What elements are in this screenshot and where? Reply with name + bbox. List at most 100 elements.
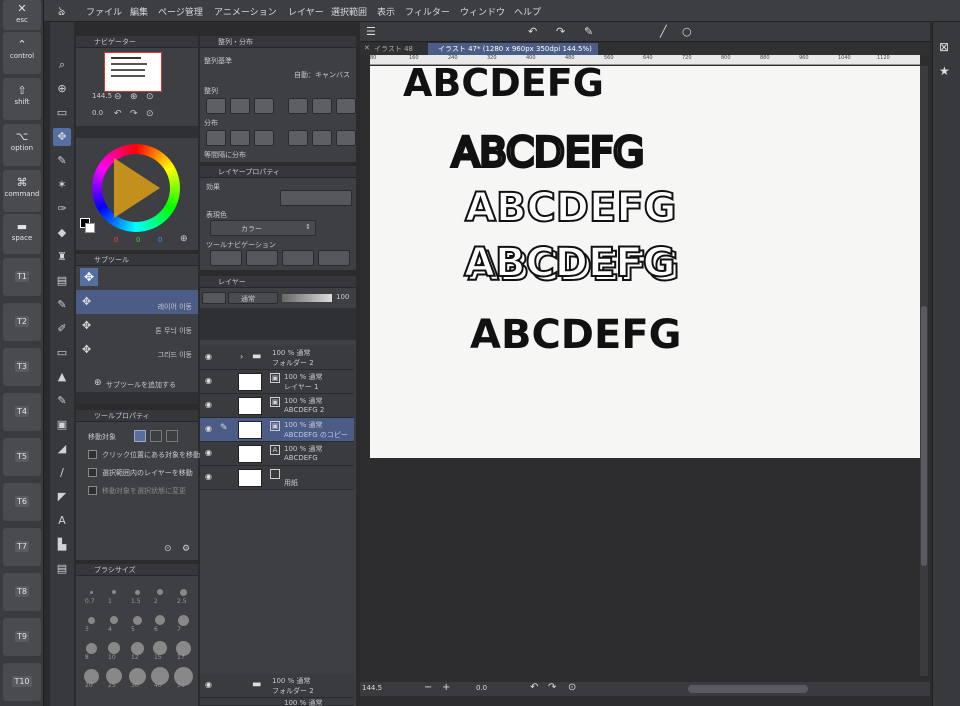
align-button-0-3[interactable] [288,98,308,114]
tab-illustration-48[interactable]: イラスト 48 [374,44,413,54]
eye-icon[interactable]: ◉ [205,400,212,409]
brush-size-12[interactable]: 12 [126,636,148,662]
key-t6[interactable]: T6 [3,483,41,521]
download-icon[interactable]: ⊙ [164,544,172,554]
material-icon[interactable]: ⊠ [939,40,949,54]
align-button-1-2[interactable] [254,130,274,146]
pen-icon[interactable]: ✎ [584,25,593,38]
menu-item-4[interactable]: レイヤー [288,5,324,18]
vertical-scrollbar[interactable] [920,66,928,676]
sub-color-swatch[interactable] [85,223,95,233]
brush-size-8[interactable]: 8 [80,636,102,662]
horizontal-scrollbar[interactable] [688,685,808,693]
fit-icon[interactable]: ⊙ [146,92,154,102]
brush-tool-icon[interactable]: ✐ [53,320,71,338]
brush-size-40[interactable]: 40 [149,664,171,690]
check-2[interactable] [88,486,97,495]
status-angle[interactable]: 0.0 [476,684,487,692]
magic-wand-tool-icon[interactable]: ✶ [53,176,71,194]
navigator-zoom[interactable]: 144.5 [92,92,112,100]
tab-illustration-47[interactable]: イラスト 47* (1280 x 960px 350dpi 144.5%) [428,43,598,55]
layer-row-bottom-2[interactable]: 100 % 通常 [200,698,354,706]
star-icon[interactable]: ★ [939,64,950,78]
menu-item-5[interactable]: 選択範囲 [331,5,367,18]
opacity-value[interactable]: 100 [336,293,349,301]
menu-item-9[interactable]: ヘルプ [514,5,541,18]
pencil-tool-icon[interactable]: ✎ [53,296,71,314]
brush-size-17[interactable]: 17 [172,636,194,662]
align-button-0-2[interactable] [254,98,274,114]
opacity-slider[interactable] [282,294,332,302]
align-button-1-4[interactable] [312,130,332,146]
pen-tool-icon[interactable]: ✑ [53,200,71,218]
toolnav-btn-4[interactable] [318,250,350,266]
fill-tool-icon[interactable]: ▭ [53,344,71,362]
menu-item-6[interactable]: 表示 [377,5,395,18]
color-wheel[interactable] [92,144,180,232]
align-button-0-5[interactable] [336,98,356,114]
tab-close-icon[interactable]: ✕ [364,44,370,52]
bucket-tool-icon[interactable]: ◢ [53,440,71,458]
subtool-item-2[interactable]: ✥ 그리드 이동 [76,338,198,362]
globe-icon[interactable]: ⊕ [180,234,188,244]
move-icon[interactable]: ✥ [80,268,98,286]
eraser-tool-icon[interactable]: ◆ [53,224,71,242]
rotate-left-icon[interactable]: ↶ [114,109,122,119]
key-t3[interactable]: T3 [3,348,41,386]
line-icon[interactable]: ╱ [660,25,667,38]
brush-size-6[interactable]: 6 [149,608,171,634]
key-space[interactable]: ▬ space [3,214,41,254]
key-t1[interactable]: T1 [3,258,41,296]
eyedropper-tool-icon[interactable]: ✎ [53,152,71,170]
key-esc[interactable]: ✕ esc [3,0,41,30]
key-control[interactable]: ⌃ control [3,32,41,74]
add-icon[interactable]: ⊕ [94,378,102,388]
frame-tool-icon[interactable]: ▙ [53,536,71,554]
reset-rotation-icon[interactable]: ⊙ [146,109,154,119]
status-reset-icon[interactable]: ⊙ [568,682,576,693]
menu-item-7[interactable]: フィルター [405,5,450,18]
eye-icon[interactable]: ◉ [205,448,212,457]
align-button-1-1[interactable] [230,130,250,146]
select-tool-icon[interactable]: ▭ [53,104,71,122]
water-tool-icon[interactable]: ▲ [53,368,71,386]
brush-size-5[interactable]: 5 [126,608,148,634]
zoom-tool-icon[interactable]: ⌕ [53,56,71,74]
menu-item-1[interactable]: 編集 [130,5,148,18]
add-subtool-label[interactable]: サブツールを追加する [106,380,176,390]
key-command[interactable]: ⌘ command [3,170,41,212]
key-t8[interactable]: T8 [3,573,41,611]
eye-icon[interactable]: ◉ [205,472,212,481]
move-tool-icon[interactable]: ✥ [53,128,71,146]
toolnav-btn-1[interactable] [210,250,242,266]
toolnav-btn-2[interactable] [246,250,278,266]
status-rotate-left-icon[interactable]: ↶ [530,682,538,693]
navigator-rotation[interactable]: 0.0 [92,109,103,117]
layer-row-4[interactable]: ◉ A 100 % 通常 ABCDEFG [200,442,354,466]
brush-size-1[interactable]: 1 [103,580,125,606]
key-t2[interactable]: T2 [3,303,41,341]
brush-size-10[interactable]: 10 [103,636,125,662]
key-t10[interactable]: T10 [3,663,41,701]
layer-row-bottom[interactable]: ◉ ▬ 100 % 通常 フォルダー 2 [200,674,354,698]
key-t4[interactable]: T4 [3,393,41,431]
effect-buttons[interactable] [280,190,352,206]
status-zoom-out-icon[interactable]: − [424,682,432,693]
layer-row-2[interactable]: ◉ ▣ 100 % 通常 ABCDEFG 2 [200,394,354,418]
target-grid-button[interactable] [166,430,178,442]
brush-size-2[interactable]: 2 [149,580,171,606]
layer-color-button[interactable] [202,292,226,304]
subtool-item-1[interactable]: ✥ 톤 무늬 이동 [76,314,198,338]
gradient-tool-icon[interactable]: ▣ [53,416,71,434]
brush-size-3[interactable]: 3 [80,608,102,634]
brush-size-0.7[interactable]: 0.7 [80,580,102,606]
undo-icon[interactable]: ↶ [528,25,537,38]
hamburger-icon[interactable]: ☰ [366,25,376,38]
blend-tool-icon[interactable]: ✎ [53,392,71,410]
eye-icon[interactable]: ◉ [205,352,212,361]
brush-size-30[interactable]: 30 [126,664,148,690]
line-tool-icon[interactable]: ∕ [53,464,71,482]
status-zoom-in-icon[interactable]: + [442,682,450,693]
expression-select[interactable]: カラー ⇕ [210,220,316,236]
status-zoom[interactable]: 144.5 [362,684,382,692]
